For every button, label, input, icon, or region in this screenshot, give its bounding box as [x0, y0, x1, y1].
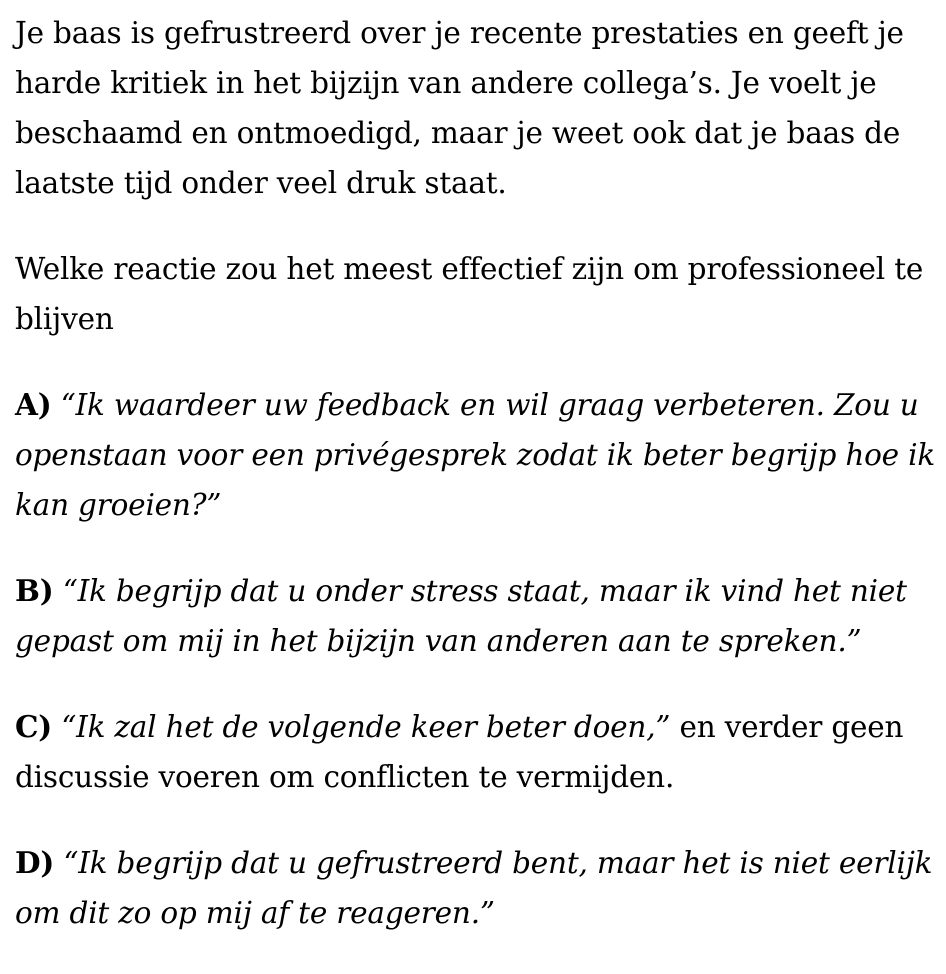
- option-c-letter: C): [15, 709, 53, 744]
- option-d-quote: “Ik begrijp dat u gefrustreerd bent, maa…: [15, 846, 933, 930]
- option-d-letter: D): [15, 845, 55, 880]
- option-b: B) “Ik begrijp dat u onder stress staat,…: [15, 566, 943, 666]
- question-paragraph: Welke reactie zou het meest effectief zi…: [15, 252, 924, 336]
- document: Je baas is gefrustreerd over je recente …: [15, 8, 943, 974]
- option-c-quote: “Ik zal het de volgende keer beter doen,…: [61, 710, 671, 744]
- option-c: C) “Ik zal het de volgende keer beter do…: [15, 702, 943, 802]
- option-b-letter: B): [15, 573, 54, 608]
- option-a: A) “Ik waardeer uw feedback en wil graag…: [15, 380, 943, 530]
- option-b-quote: “Ik begrijp dat u onder stress staat, ma…: [15, 574, 907, 658]
- option-a-letter: A): [15, 387, 52, 422]
- option-d: D) “Ik begrijp dat u gefrustreerd bent, …: [15, 838, 943, 938]
- option-a-quote: “Ik waardeer uw feedback en wil graag ve…: [15, 388, 936, 522]
- scenario-paragraph: Je baas is gefrustreerd over je recente …: [15, 16, 904, 200]
